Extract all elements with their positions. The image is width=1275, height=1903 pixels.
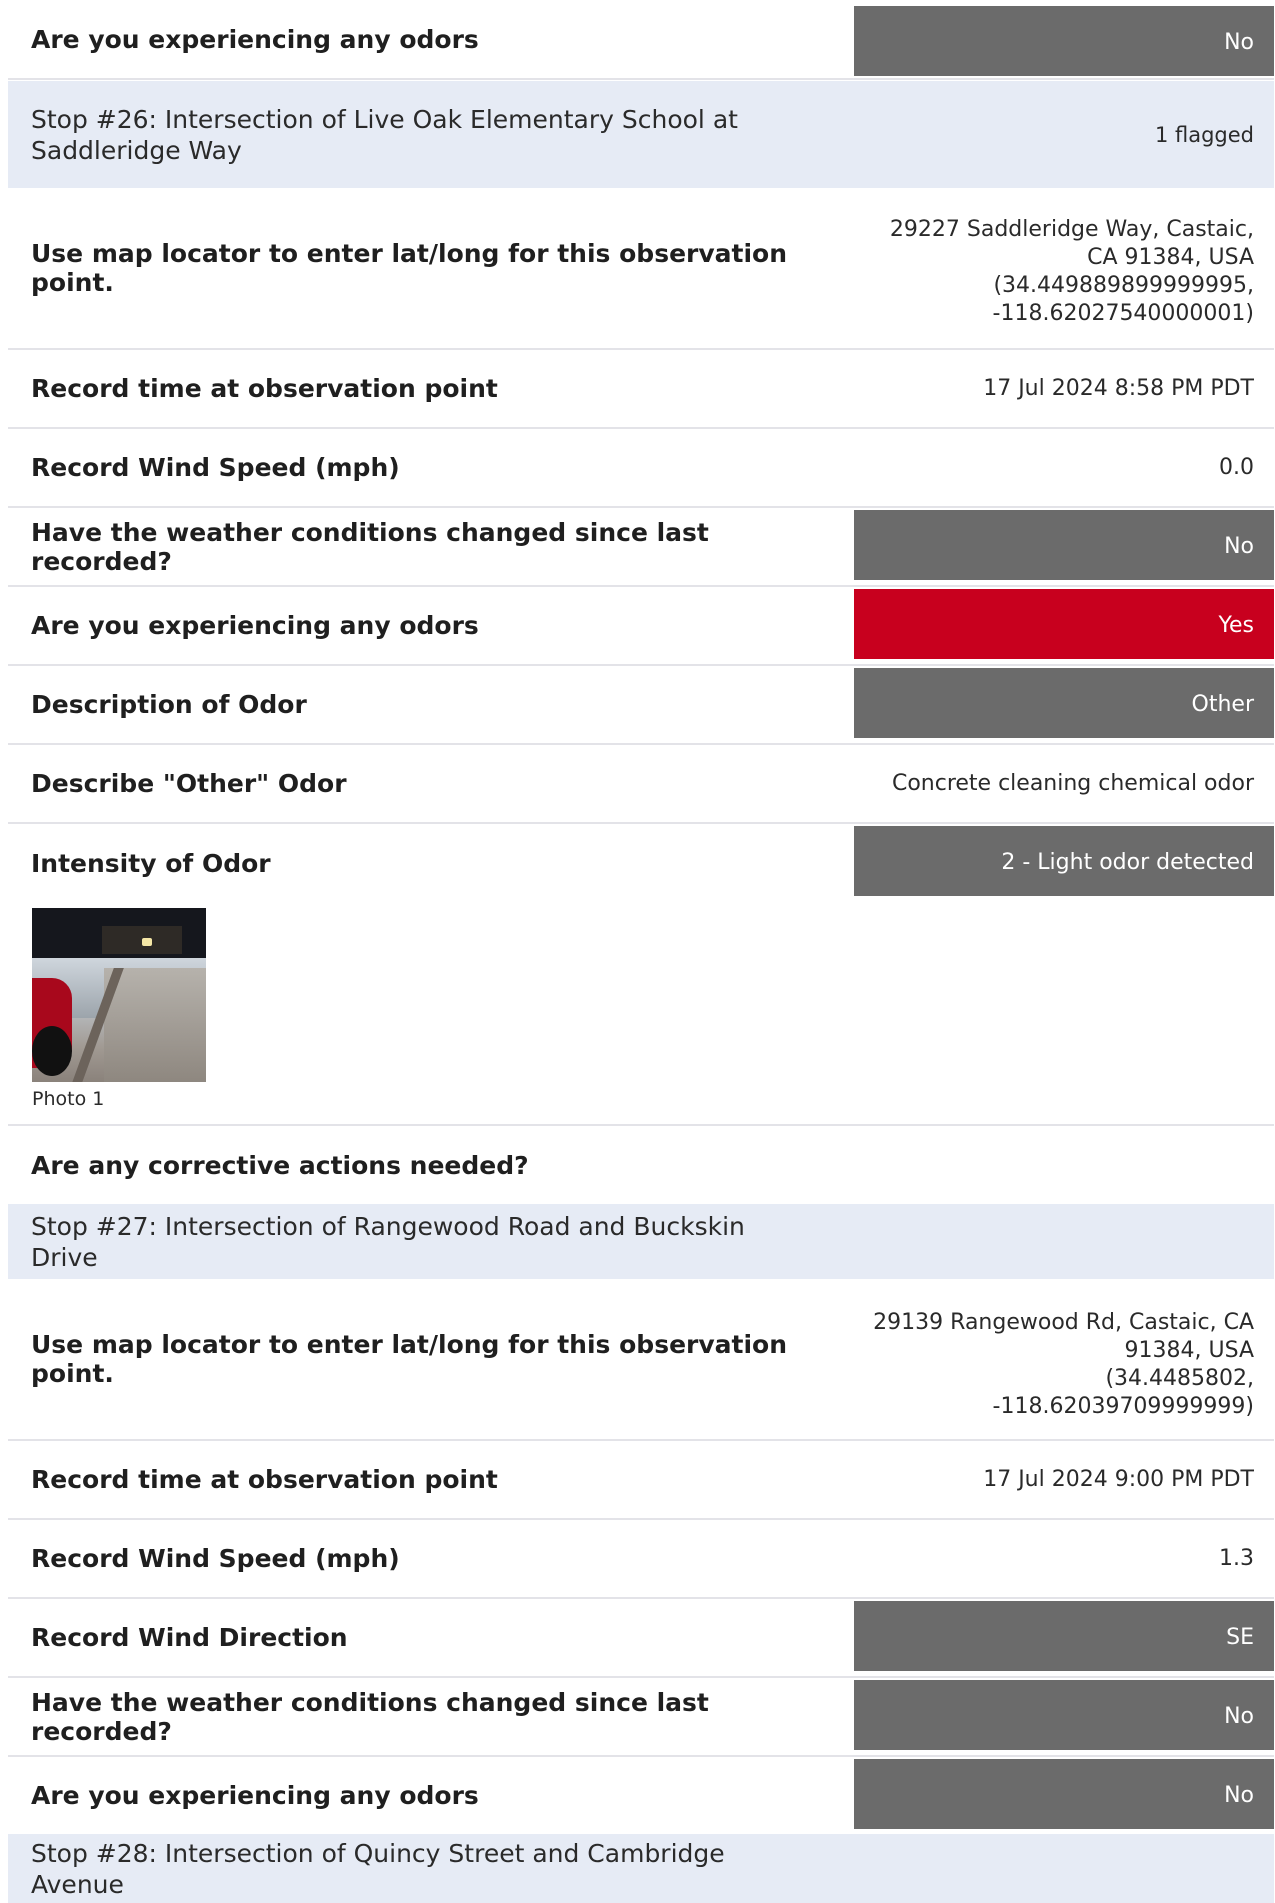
weather-change-row: Have the weather conditions changed sinc… <box>8 508 1274 587</box>
weather-change-row: Have the weather conditions changed sinc… <box>8 1678 1274 1757</box>
answer-value: 0.0 <box>1219 455 1254 480</box>
question-label: Are you experiencing any odors <box>31 611 479 640</box>
stop-header[interactable]: Stop #26: Intersection of Live Oak Eleme… <box>8 81 1274 188</box>
answer-badge: No <box>854 6 1274 76</box>
location-value[interactable]: 29139 Rangewood Rd, Castaic, CA 91384, U… <box>854 1309 1254 1421</box>
answer-badge: 2 - Light odor detected <box>854 826 1274 896</box>
flagged-count: 1 flagged <box>1154 122 1254 147</box>
odor-question-row: Are you experiencing any odors Yes <box>8 587 1274 666</box>
answer-badge: SE <box>854 1601 1274 1671</box>
question-label: Are you experiencing any odors <box>31 1781 479 1810</box>
odor-question-row: Are you experiencing any odors No <box>8 1757 1274 1834</box>
question-label: Record Wind Speed (mph) <box>31 1544 400 1573</box>
question-label: Record time at observation point <box>31 374 498 403</box>
photo-caption: Photo 1 <box>32 1088 105 1110</box>
coordinates-text: (34.449889899999995, -118.62027540000001… <box>992 273 1254 326</box>
answer-badge-flagged: Yes <box>854 589 1274 659</box>
answer-value: Concrete cleaning chemical odor <box>891 771 1254 796</box>
answer-badge: No <box>854 1680 1274 1750</box>
map-locator-row: Use map locator to enter lat/long for th… <box>8 1279 1274 1441</box>
question-label: Are any corrective actions needed? <box>31 1150 529 1180</box>
answer-value: 1.3 <box>1219 1546 1254 1571</box>
map-locator-row: Use map locator to enter lat/long for th… <box>8 188 1274 350</box>
question-label: Describe "Other" Odor <box>31 769 347 798</box>
time-row: Record time at observation point 17 Jul … <box>8 350 1274 429</box>
corrective-actions-row: Are any corrective actions needed? <box>8 1126 1274 1204</box>
photo-attachment[interactable]: Photo 1 <box>32 908 206 1110</box>
coordinates-text: (34.4485802, -118.62039709999999) <box>992 1366 1254 1419</box>
question-label: Record time at observation point <box>31 1465 498 1494</box>
stop-title: Stop #28: Intersection of Quincy Street … <box>31 1838 725 1899</box>
odor-description-row: Description of Odor Other <box>8 666 1274 745</box>
stop-title: Stop #27: Intersection of Rangewood Road… <box>31 1211 745 1272</box>
answer-badge: No <box>854 1759 1274 1829</box>
address-text: 29139 Rangewood Rd, Castaic, CA 91384, U… <box>873 1310 1254 1363</box>
time-row: Record time at observation point 17 Jul … <box>8 1441 1274 1520</box>
stop-header[interactable]: Stop #27: Intersection of Rangewood Road… <box>8 1204 1274 1279</box>
wind-direction-row: Record Wind Direction SE <box>8 1599 1274 1678</box>
question-label: Record Wind Direction <box>31 1623 348 1652</box>
answer-badge: No <box>854 510 1274 580</box>
odor-intensity-row: Intensity of Odor 2 - Light odor detecte… <box>8 824 1274 1126</box>
question-label: Use map locator to enter lat/long for th… <box>31 1330 788 1388</box>
question-label: Are you experiencing any odors <box>31 24 479 54</box>
stop-header[interactable]: Stop #28: Intersection of Quincy Street … <box>8 1834 1274 1903</box>
stop-title: Stop #26: Intersection of Live Oak Eleme… <box>31 104 738 165</box>
question-label: Have the weather conditions changed sinc… <box>31 1687 709 1746</box>
question-label: Intensity of Odor <box>31 849 271 878</box>
site-photo[interactable] <box>32 908 206 1082</box>
other-odor-row: Describe "Other" Odor Concrete cleaning … <box>8 745 1274 824</box>
answer-value: 17 Jul 2024 9:00 PM PDT <box>983 1467 1254 1492</box>
question-label: Record Wind Speed (mph) <box>31 453 400 482</box>
wind-speed-row: Record Wind Speed (mph) 0.0 <box>8 429 1274 508</box>
wind-speed-row: Record Wind Speed (mph) 1.3 <box>8 1520 1274 1599</box>
address-text: 29227 Saddleridge Way, Castaic, CA 91384… <box>889 217 1254 270</box>
odor-question-row: Are you experiencing any odors No <box>8 0 1274 80</box>
answer-badge: Other <box>854 668 1274 738</box>
question-label: Description of Odor <box>31 690 307 719</box>
location-value[interactable]: 29227 Saddleridge Way, Castaic, CA 91384… <box>854 216 1254 328</box>
answer-value: 17 Jul 2024 8:58 PM PDT <box>983 376 1254 401</box>
question-label: Have the weather conditions changed sinc… <box>31 517 709 576</box>
question-label: Use map locator to enter lat/long for th… <box>31 239 788 297</box>
